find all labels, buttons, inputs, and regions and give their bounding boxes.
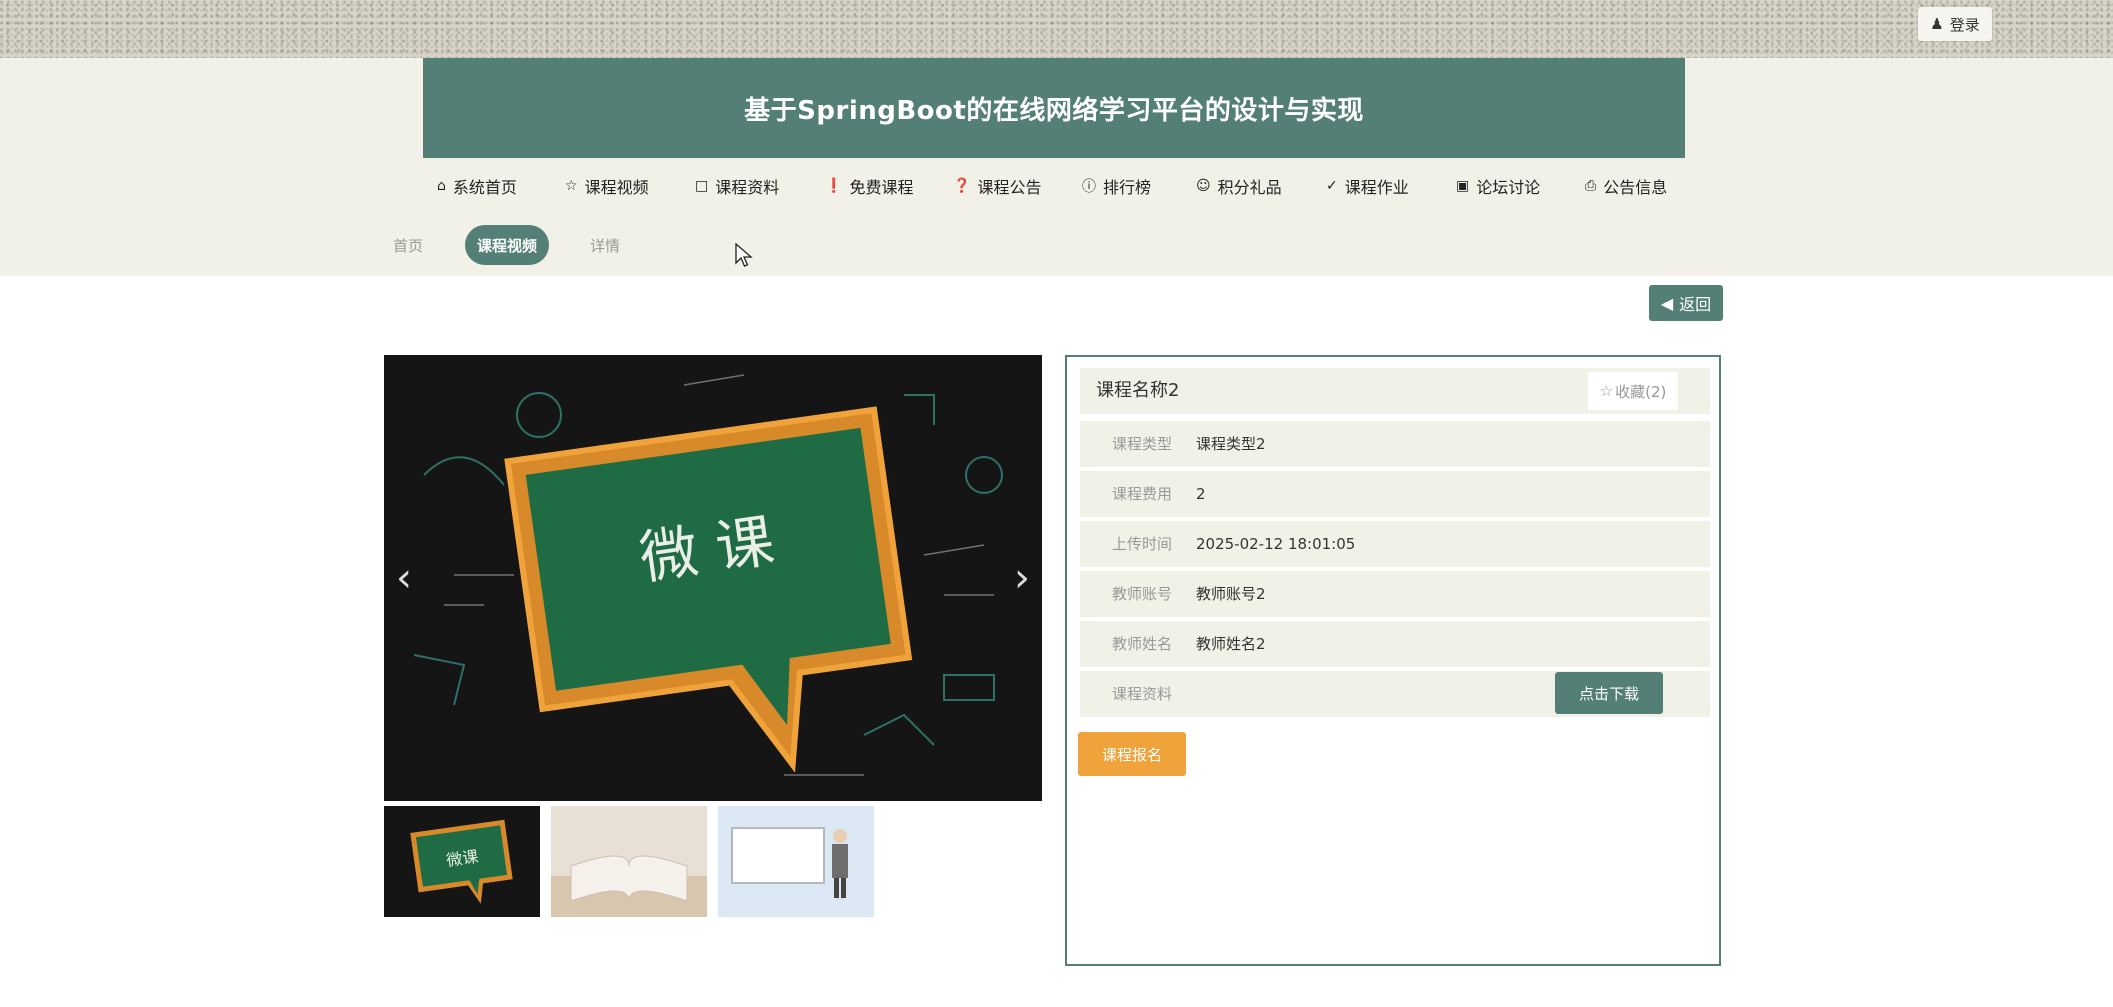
next-slide-button[interactable]: › [1002,553,1042,603]
login-button[interactable]: ♟ 登录 [1918,7,1992,41]
download-button[interactable]: 点击下载 [1555,672,1663,714]
user-icon: ♟ [1930,15,1944,33]
question-icon: ❓ [953,178,971,194]
course-detail-panel: 课程名称2 ☆ 收藏(2) 课程类型 课程类型2 课程费用 2 上传时间 202… [1065,355,1721,966]
enroll-button[interactable]: 课程报名 [1078,732,1186,776]
favorite-button[interactable]: ☆ 收藏(2) [1588,372,1678,410]
course-name: 课程名称2 [1096,380,1180,401]
info-row-course-fee: 课程费用 2 [1080,471,1710,517]
star-icon: ☆ [565,178,578,194]
whiteboard-thumb-image [718,806,874,917]
main-nav: ⌂ 系统首页 ☆ 课程视频 □ 课程资料 ❗ 免费课程 ❓ 课程公告 ⓘ 排行榜… [423,168,1685,204]
info-row-teacher-account: 教师账号 教师账号2 [1080,571,1710,617]
info-row-upload-time: 上传时间 2025-02-12 18:01:05 [1080,521,1710,567]
course-name-row: 课程名称2 ☆ 收藏(2) [1080,368,1710,414]
nav-item-forum[interactable]: ▣ 论坛讨论 [1456,168,1540,204]
smile-icon: ☺ [1196,178,1211,194]
thumbnail-1[interactable]: 微课 [384,806,540,917]
nav-item-course-notice[interactable]: ❓ 课程公告 [953,168,1041,204]
back-button[interactable]: ◀ 返回 [1649,285,1723,321]
nav-item-ranking[interactable]: ⓘ 排行榜 [1082,168,1151,204]
prev-slide-button[interactable]: ‹ [384,553,424,603]
info-icon: ⓘ [1082,179,1096,195]
site-title-banner: 基于SpringBoot的在线网络学习平台的设计与实现 [423,58,1685,158]
course-main-image: 微 课 ‹ › [384,355,1042,801]
breadcrumb: 首页 课程视频 详情 [0,225,2113,265]
breadcrumb-current[interactable]: 课程视频 [465,225,550,265]
chalkboard-thumb-image: 微课 [384,806,540,917]
breadcrumb-detail: 详情 [590,236,621,255]
nav-item-course-video[interactable]: ☆ 课程视频 [565,168,649,204]
book-thumb-image [551,806,707,917]
nav-item-points-gift[interactable]: ☺ 积分礼品 [1196,168,1282,204]
login-label: 登录 [1949,15,1980,34]
mouse-cursor-icon [735,243,753,267]
star-icon: ☆ [1599,382,1614,400]
camera-icon: ▣ [1456,178,1470,194]
info-row-course-type: 课程类型 课程类型2 [1080,421,1710,467]
nav-item-announcement[interactable]: ⎙ 公告信息 [1585,168,1667,204]
chalkboard-image: 微 课 [384,355,1042,801]
nav-item-homework[interactable]: ✓ 课程作业 [1326,168,1409,204]
print-icon: ⎙ [1585,178,1597,194]
check-icon: ✓ [1326,178,1338,194]
alert-icon: ❗ [825,178,843,194]
info-row-teacher-name: 教师姓名 教师姓名2 [1080,621,1710,667]
thumbnail-3[interactable] [718,806,874,917]
bag-icon: □ [695,178,709,194]
top-texture-bar [0,0,2113,58]
nav-item-home[interactable]: ⌂ 系统首页 [437,168,517,204]
home-icon: ⌂ [437,178,446,194]
breadcrumb-home[interactable]: 首页 [393,225,423,265]
nav-item-course-material[interactable]: □ 课程资料 [695,168,779,204]
site-title: 基于SpringBoot的在线网络学习平台的设计与实现 [744,95,1364,126]
nav-item-free-course[interactable]: ❗ 免费课程 [825,168,913,204]
thumbnail-2[interactable] [551,806,707,917]
caret-left-icon: ◀ [1660,293,1674,313]
